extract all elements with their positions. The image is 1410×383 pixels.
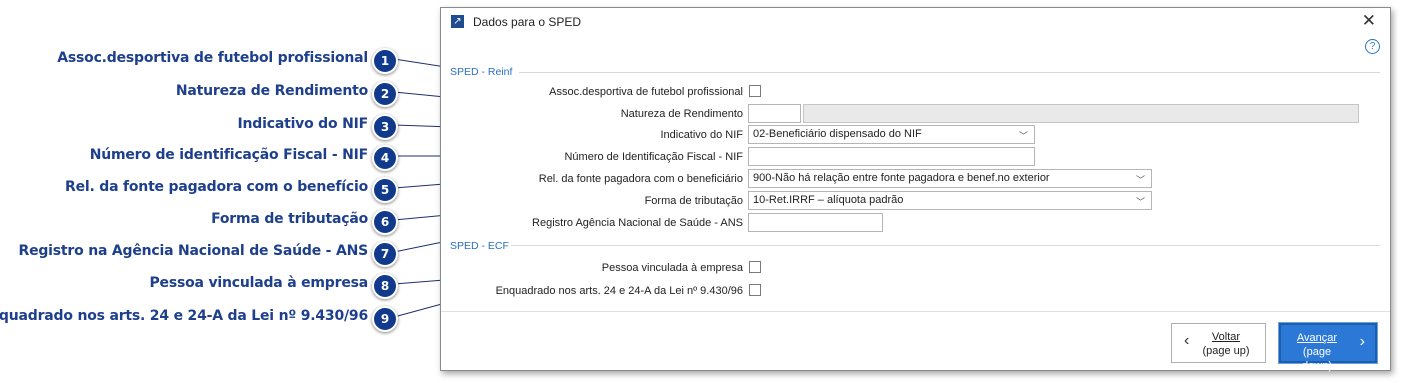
- nif-number-label: Número de Identificação Fiscal - NIF: [564, 151, 743, 163]
- number-badge: 2: [372, 81, 398, 107]
- nif-indicator-value: 02-Beneficiário dispensado do NIF: [753, 128, 922, 140]
- nif-indicator-select[interactable]: 02-Beneficiário dispensado do NIF ﹀: [748, 125, 1035, 144]
- assoc-checkbox[interactable]: [749, 85, 761, 97]
- sped-dialog: ↗ Dados para o SPED ✕ ? SPED - Reinf Ass…: [440, 7, 1391, 372]
- natureza-label: Natureza de Rendimento: [620, 108, 743, 120]
- footer-divider: [441, 311, 1390, 312]
- number-badge: 7: [372, 241, 398, 267]
- nif-number-input[interactable]: [748, 147, 1035, 166]
- chevron-down-icon: ﹀: [1135, 197, 1145, 207]
- callout-label: Forma de tributação: [211, 211, 368, 227]
- number-badge: 3: [372, 114, 398, 140]
- dialog-title: Dados para o SPED: [473, 15, 582, 29]
- section-ecf: SPED - ECF: [450, 240, 509, 252]
- chevron-down-icon: ﹀: [1018, 131, 1028, 141]
- next-label: Avançar: [1296, 332, 1338, 344]
- pessoa-label: Pessoa vinculada à empresa: [601, 262, 743, 274]
- callout-label: Rel. da fonte pagadora com o benefício: [64, 179, 368, 195]
- close-icon[interactable]: ✕: [1362, 11, 1376, 31]
- tributacao-label: Forma de tributação: [644, 195, 743, 207]
- rel-fonte-select[interactable]: 900-Não há relação entre fonte pagadora …: [748, 169, 1152, 188]
- arrow-up-right-icon: ↗: [451, 15, 464, 28]
- back-label: Voltar: [1211, 331, 1241, 343]
- section-divider: [511, 245, 1380, 246]
- number-badge: 1: [372, 48, 398, 74]
- number-badge: 5: [372, 177, 398, 203]
- number-badge: 9: [372, 306, 398, 332]
- assoc-label: Assoc.desportiva de futebol profissional: [549, 86, 743, 98]
- section-reinf: SPED - Reinf: [450, 66, 513, 78]
- section-divider: [519, 72, 1380, 73]
- back-button[interactable]: ‹ Voltar (page up): [1171, 323, 1266, 363]
- pessoa-checkbox[interactable]: [749, 261, 761, 273]
- callout-label: Pessoa vinculada à empresa: [149, 275, 368, 291]
- chevron-left-icon: ‹: [1184, 332, 1190, 349]
- title-bar: ↗ Dados para o SPED ✕: [441, 8, 1390, 35]
- enquadrado-checkbox[interactable]: [749, 284, 761, 296]
- callout-label: Assoc.desportiva de futebol profissional: [57, 50, 368, 66]
- enquadrado-label: Enquadrado nos arts. 24 e 24-A da Lei nº…: [495, 285, 743, 297]
- rel-fonte-value: 900-Não há relação entre fonte pagadora …: [753, 172, 1050, 184]
- number-badge: 4: [372, 145, 398, 171]
- tributacao-select[interactable]: 10-Ret.IRRF – alíquota padrão ﹀: [748, 191, 1152, 210]
- natureza-code-input[interactable]: [748, 104, 801, 123]
- rel-fonte-label: Rel. da fonte pagadora com o beneficiári…: [538, 173, 743, 185]
- chevron-down-icon: ﹀: [1135, 175, 1145, 185]
- natureza-description-field: [803, 104, 1359, 123]
- callout-label: Indicativo do NIF: [237, 116, 369, 132]
- next-hint: (page down): [1302, 346, 1332, 372]
- chevron-right-icon: ›: [1359, 333, 1365, 350]
- tributacao-value: 10-Ret.IRRF – alíquota padrão: [753, 194, 904, 206]
- number-badge: 8: [372, 273, 398, 299]
- callout-label: Número de identificação Fiscal - NIF: [89, 147, 368, 163]
- help-icon[interactable]: ?: [1365, 39, 1380, 54]
- ans-label: Registro Agência Nacional de Saúde - ANS: [532, 217, 743, 229]
- callout-label: Natureza de Rendimento: [175, 83, 368, 99]
- ans-input[interactable]: [748, 213, 883, 232]
- nif-indicator-label: Indicativo do NIF: [660, 129, 743, 141]
- number-badge: 6: [372, 209, 398, 235]
- next-button[interactable]: Avançar (page down) ›: [1278, 322, 1378, 372]
- back-hint: (page up): [1202, 345, 1250, 357]
- callout-label: Enquadrado nos arts. 24 e 24-A da Lei nº…: [0, 308, 368, 324]
- callout-label: Registro na Agência Nacional de Saúde - …: [18, 243, 368, 259]
